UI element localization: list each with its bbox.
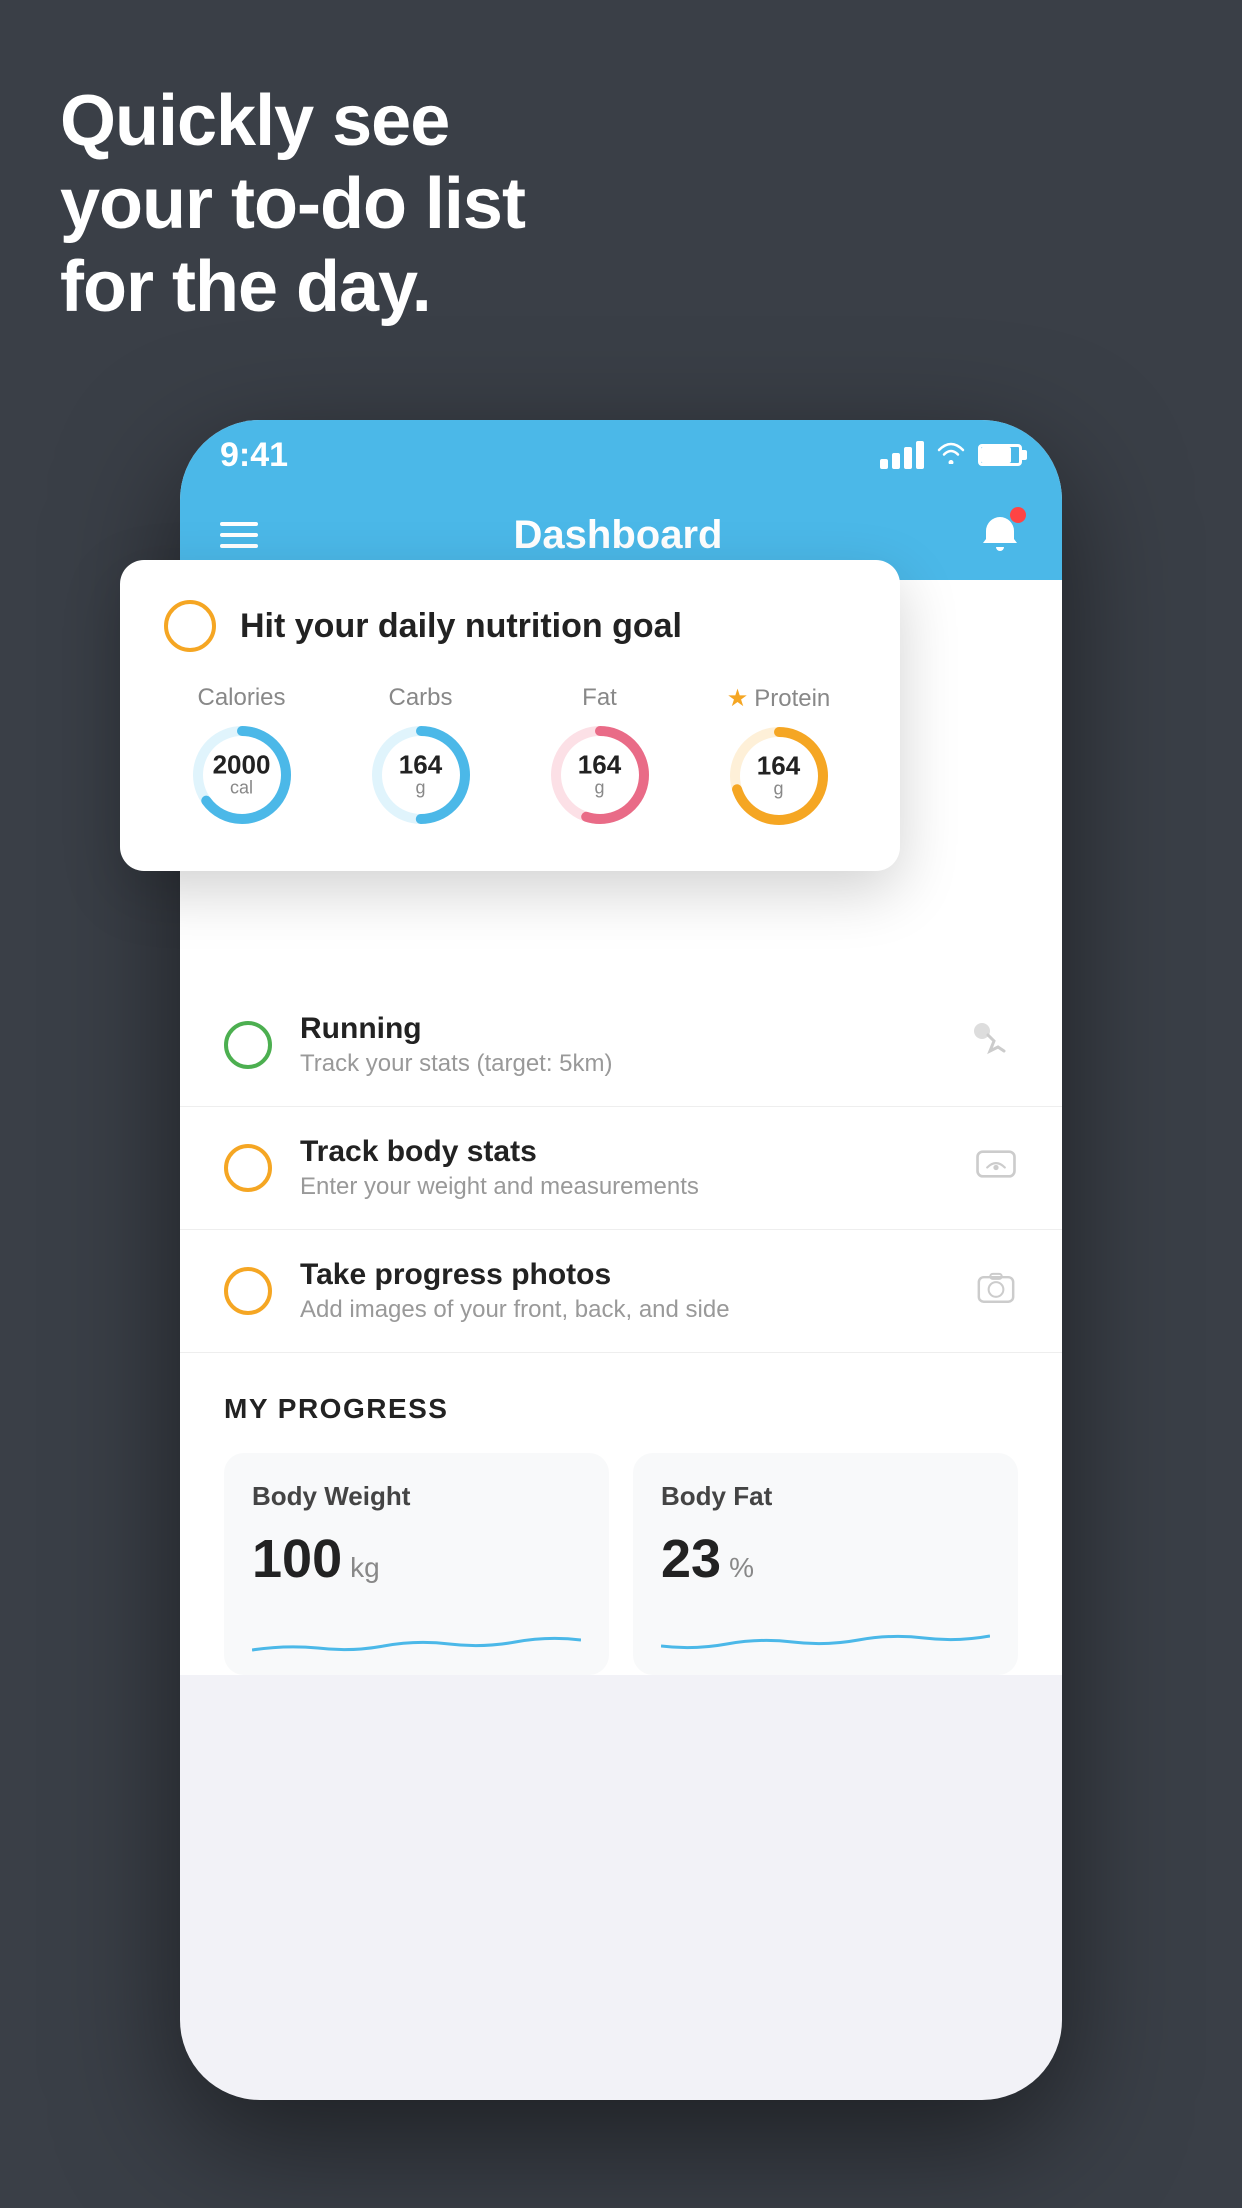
body-weight-value: 100 [252,1528,342,1590]
macro-calories: Calories 2000 cal [187,684,297,831]
macro-fat-unit: g [578,778,621,799]
macro-calories-unit: cal [213,778,271,799]
progress-cards: Body Weight 100 kg Body Fat 23 [224,1453,1018,1675]
hamburger-menu[interactable] [220,522,258,548]
macro-protein-ring: 164 g [724,721,834,831]
macro-calories-value: 2000 [213,752,271,778]
todo-item-progress-photos[interactable]: Take progress photos Add images of your … [180,1230,1062,1353]
macro-fat-value: 164 [578,752,621,778]
wifi-icon [936,439,966,471]
todo-sub-body-stats: Enter your weight and measurements [300,1173,946,1201]
progress-section: MY PROGRESS Body Weight 100 kg Body F [180,1353,1062,1675]
running-icon [974,1023,1018,1068]
macro-protein-label-row: ★ Protein [727,684,831,713]
todo-circle-progress-photos[interactable] [224,1267,272,1315]
body-weight-title: Body Weight [252,1481,581,1512]
card-title-row: Hit your daily nutrition goal [164,600,856,652]
macro-protein-value: 164 [757,753,800,779]
protein-star-icon: ★ [727,684,749,713]
macro-carbs-ring: 164 g [366,720,476,830]
macro-carbs: Carbs 164 g [366,684,476,831]
todo-circle-running[interactable] [224,1021,272,1069]
scale-icon [974,1146,1018,1191]
notification-badge [1010,507,1026,523]
body-weight-chart [252,1610,581,1670]
macro-calories-center: 2000 cal [213,752,271,799]
todo-item-running[interactable]: Running Track your stats (target: 5km) [180,984,1062,1107]
body-weight-unit: kg [350,1552,380,1584]
todo-circle-body-stats[interactable] [224,1144,272,1192]
macro-protein-label: Protein [754,685,830,713]
todo-title-progress-photos: Take progress photos [300,1258,946,1292]
macro-protein-center: 164 g [757,753,800,800]
macro-carbs-center: 164 g [399,752,442,799]
body-weight-card[interactable]: Body Weight 100 kg [224,1453,609,1675]
status-time: 9:41 [220,436,288,475]
card-title: Hit your daily nutrition goal [240,607,682,646]
todo-sub-progress-photos: Add images of your front, back, and side [300,1296,946,1324]
macro-carbs-label: Carbs [388,684,452,712]
macros-row: Calories 2000 cal Carbs [164,684,856,831]
macro-protein: ★ Protein 164 g [724,684,834,831]
todo-text-running: Running Track your stats (target: 5km) [300,1012,946,1078]
body-fat-value-row: 23 % [661,1528,990,1590]
featured-nutrition-card[interactable]: Hit your daily nutrition goal Calories 2… [120,560,900,871]
photo-icon [974,1269,1018,1314]
macro-fat-label: Fat [582,684,617,712]
my-progress-header: MY PROGRESS [224,1393,1018,1425]
todo-title-running: Running [300,1012,946,1046]
nav-title: Dashboard [514,513,723,558]
todo-item-body-stats[interactable]: Track body stats Enter your weight and m… [180,1107,1062,1230]
macro-calories-ring: 2000 cal [187,720,297,830]
todo-sub-running: Track your stats (target: 5km) [300,1050,946,1078]
todo-text-progress-photos: Take progress photos Add images of your … [300,1258,946,1324]
todo-list: Running Track your stats (target: 5km) T… [180,984,1062,1675]
body-fat-title: Body Fat [661,1481,990,1512]
body-fat-card[interactable]: Body Fat 23 % [633,1453,1018,1675]
status-bar: 9:41 [180,420,1062,490]
signal-icon [880,441,924,469]
card-circle-check[interactable] [164,600,216,652]
macro-fat-center: 164 g [578,752,621,799]
body-fat-value: 23 [661,1528,721,1590]
macro-carbs-value: 164 [399,752,442,778]
status-icons [880,439,1022,471]
macro-fat-ring: 164 g [545,720,655,830]
body-weight-value-row: 100 kg [252,1528,581,1590]
macro-calories-label: Calories [197,684,285,712]
macro-carbs-unit: g [399,778,442,799]
body-fat-unit: % [729,1552,754,1584]
todo-text-body-stats: Track body stats Enter your weight and m… [300,1135,946,1201]
battery-icon [978,444,1022,466]
bell-icon[interactable] [978,511,1022,560]
macro-fat: Fat 164 g [545,684,655,831]
hero-text: Quickly see your to-do list for the day. [60,80,525,328]
macro-protein-unit: g [757,779,800,800]
todo-title-body-stats: Track body stats [300,1135,946,1169]
body-fat-chart [661,1610,990,1670]
